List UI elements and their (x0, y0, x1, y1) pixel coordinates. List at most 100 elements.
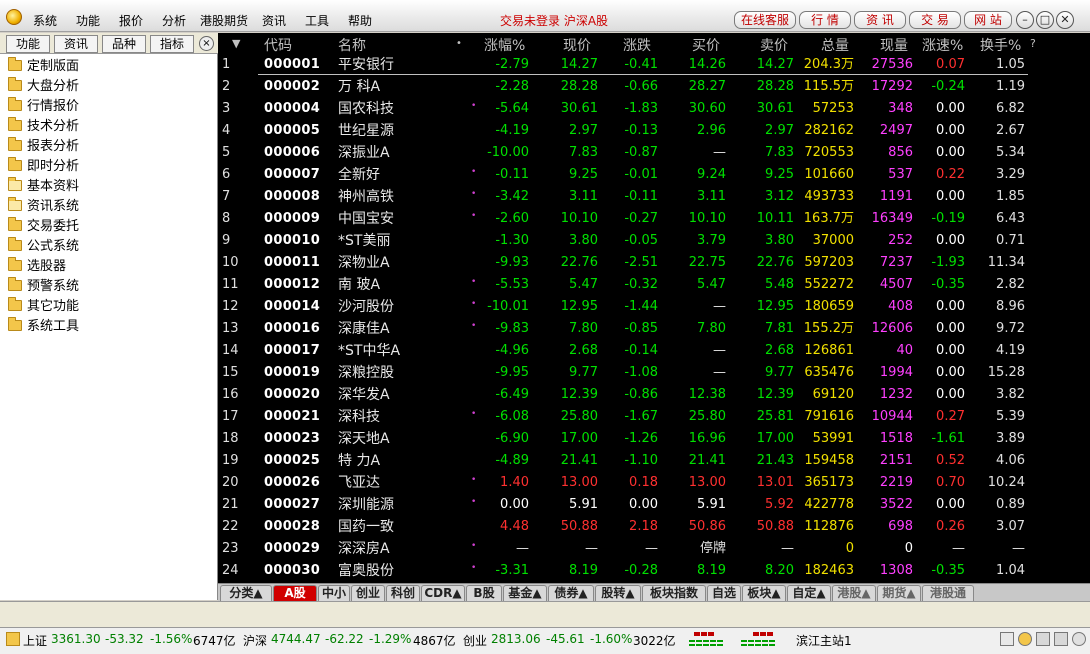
table-row[interactable]: 14 000017 *ST中华A -4.96 2.68 -0.14 — 2.68 126861 4… (218, 339, 1028, 361)
table-row[interactable]: 24 000030 富奥股份 • -3.31 8.19 -0.28 8.19 8.20 18246… (218, 559, 1028, 581)
market-tab[interactable]: 自选 (707, 585, 741, 601)
sidebar-item[interactable]: 预警系统 (8, 277, 79, 297)
table-row[interactable]: 5 000006 深振业A -10.00 7.83 -0.87 — 7.83 720553 856… (218, 141, 1028, 163)
server-name[interactable]: 滨江主站1 (796, 632, 852, 649)
wrench-icon[interactable] (1036, 632, 1050, 646)
menu-news[interactable]: 资讯 (262, 12, 286, 29)
website-button[interactable]: 网 站 (964, 11, 1012, 29)
sidebar-close-icon[interactable]: × (199, 36, 214, 51)
table-row[interactable]: 20 000026 飞亚达 • 1.40 13.00 0.18 13.00 13.01 36517… (218, 471, 1028, 493)
market-tab[interactable]: 板块▲ (742, 585, 786, 601)
tab-indicator[interactable]: 指标 (150, 35, 194, 53)
sidebar-item[interactable]: 其它功能 (8, 297, 79, 317)
table-row[interactable]: 2 000002 万 科A -2.28 28.28 -0.66 28.27 28.28 115.… (218, 75, 1028, 97)
table-row[interactable]: 1 000001 平安银行 -2.79 14.27 -0.41 14.26 14.27 204.… (218, 53, 1028, 75)
sidebar-item[interactable]: 交易委托 (8, 217, 79, 237)
sidebar-item[interactable]: 公式系统 (8, 237, 79, 257)
table-row[interactable]: 22 000028 国药一致 4.48 50.88 2.18 50.86 50.88 11287… (218, 515, 1028, 537)
col-current-vol[interactable]: 现量 (880, 35, 908, 55)
market-tab[interactable]: 板块指数 (642, 585, 706, 601)
sidebar-item[interactable]: 资讯系统 (8, 197, 79, 217)
col-pct[interactable]: 涨幅% (484, 35, 525, 55)
table-row[interactable]: 11 000012 南 玻A • -5.53 5.47 -0.32 5.47 5.48 55227… (218, 273, 1028, 295)
col-speed[interactable]: 涨速% (922, 35, 963, 55)
market-tab[interactable]: 创业 (351, 585, 385, 601)
menu-help[interactable]: 帮助 (348, 12, 372, 29)
table-row[interactable]: 17 000021 深科技 • -6.08 25.80 -1.67 25.80 25.81 791… (218, 405, 1028, 427)
market-tab[interactable]: 期货▲ (877, 585, 921, 601)
col-price[interactable]: 现价 (563, 35, 591, 55)
table-row[interactable]: 13 000016 深康佳A • -9.83 7.80 -0.85 7.80 7.81 155.2… (218, 317, 1028, 339)
table-row[interactable]: 18 000023 深天地A -6.90 17.00 -1.26 16.96 17.00 539… (218, 427, 1028, 449)
col-code[interactable]: 代码 (264, 35, 292, 55)
col-mark[interactable]: • (456, 38, 462, 49)
table-row[interactable]: 3 000004 国农科技 • -5.64 30.61 -1.83 30.60 30.61 572… (218, 97, 1028, 119)
index-folder-icon[interactable] (6, 632, 20, 646)
close-icon[interactable]: ✕ (1056, 11, 1074, 29)
restore-icon[interactable]: □ (1036, 11, 1054, 29)
menu-system[interactable]: 系统 (33, 12, 57, 29)
market-tab[interactable]: A股 (273, 585, 317, 601)
tab-variety[interactable]: 品种 (102, 35, 146, 53)
sidebar-item[interactable]: 大盘分析 (8, 77, 79, 97)
coin-icon[interactable] (1018, 632, 1032, 646)
sidebar-item[interactable]: 基本资料 (8, 177, 79, 197)
sidebar-item[interactable]: 报表分析 (8, 137, 79, 157)
cy-index-name[interactable]: 创业 (463, 632, 487, 649)
market-tab[interactable]: B股 (466, 585, 502, 601)
arrow-icon[interactable] (1072, 632, 1086, 646)
market-tab[interactable]: 科创 (386, 585, 420, 601)
menu-hk-futures[interactable]: 港股期货 (200, 12, 248, 29)
sidebar-item[interactable]: 选股器 (8, 257, 66, 277)
tab-news[interactable]: 资讯 (54, 35, 98, 53)
news-button[interactable]: 资 讯 (854, 11, 906, 29)
table-row[interactable]: 9 000010 *ST美丽 -1.30 3.80 -0.05 3.79 3.80 37000 2… (218, 229, 1028, 251)
table-row[interactable]: 12 000014 沙河股份 • -10.01 12.95 -1.44—12.95 18065… (218, 295, 1028, 317)
market-tab[interactable]: 港股▲ (832, 585, 876, 601)
menu-tools[interactable]: 工具 (305, 12, 329, 29)
market-tab[interactable]: 股转▲ (595, 585, 641, 601)
sidebar-item[interactable]: 系统工具 (8, 317, 79, 337)
sh-index-name[interactable]: 上证 (23, 632, 47, 649)
col-name[interactable]: 名称 (338, 35, 366, 55)
grid-icon[interactable] (1000, 632, 1014, 646)
sz-index-name[interactable]: 沪深 (243, 632, 267, 649)
market-tab[interactable]: CDR▲ (421, 585, 465, 601)
table-row[interactable]: 21 000027 深圳能源 • 0.00 5.91 0.00 5.91 5.92 422778 3… (218, 493, 1028, 515)
tab-function[interactable]: 功能 (6, 35, 50, 53)
market-tab[interactable]: 自定▲ (787, 585, 831, 601)
col-turnover[interactable]: 换手% (980, 35, 1021, 55)
col-volume[interactable]: 总量 (821, 35, 849, 55)
table-row[interactable]: 15 000019 深粮控股 -9.95 9.77 -1.08 — 9.77 635476 199… (218, 361, 1028, 383)
market-tab[interactable]: 港股通 (922, 585, 974, 601)
trade-button[interactable]: 交 易 (909, 11, 961, 29)
col-change[interactable]: 涨跌 (623, 35, 651, 55)
col-bid[interactable]: 买价 (692, 35, 720, 55)
menu-quote[interactable]: 报价 (119, 12, 143, 29)
sidebar-item[interactable]: 技术分析 (8, 117, 79, 137)
market-tab[interactable]: 债券▲ (548, 585, 594, 601)
quotes-button[interactable]: 行 情 (799, 11, 851, 29)
help-icon[interactable]: ? (1030, 37, 1036, 50)
menu-function[interactable]: 功能 (76, 12, 100, 29)
col-ask[interactable]: 卖价 (760, 35, 788, 55)
online-service-button[interactable]: 在线客服 (734, 11, 796, 29)
table-row[interactable]: 10 000011 深物业A -9.93 22.76 -2.51 22.75 22.76 597… (218, 251, 1028, 273)
table-row[interactable]: 8 000009 中国宝安 • -2.60 10.10 -0.27 10.10 10.11 163… (218, 207, 1028, 229)
table-row[interactable]: 16 000020 深华发A -6.49 12.39 -0.86 12.38 12.39 691… (218, 383, 1028, 405)
table-row[interactable]: 6 000007 全新好 • -0.11 9.25 -0.01 9.24 9.25 101660 5… (218, 163, 1028, 185)
market-tab[interactable]: 基金▲ (503, 585, 547, 601)
minimize-icon[interactable]: – (1016, 11, 1034, 29)
table-row[interactable]: 23 000029 深深房A • — — — 停牌 —0 0— — (218, 537, 1028, 559)
sort-arrow-icon[interactable]: ▼ (232, 37, 240, 50)
sidebar-item[interactable]: 行情报价 (8, 97, 79, 117)
app-logo-icon[interactable] (6, 9, 22, 25)
sidebar-item[interactable]: 即时分析 (8, 157, 79, 177)
table-row[interactable]: 4 000005 世纪星源 -4.19 2.97 -0.13 2.96 2.97 282162 2… (218, 119, 1028, 141)
sidebar-item[interactable]: 定制版面 (8, 57, 79, 77)
table-row[interactable]: 19 000025 特 力A -4.89 21.41 -1.10 21.41 21.43 159… (218, 449, 1028, 471)
market-tab[interactable]: 中小 (318, 585, 350, 601)
signal-icon[interactable] (1054, 632, 1068, 646)
market-tab[interactable]: 分类▲ (220, 585, 272, 601)
menu-analysis[interactable]: 分析 (162, 12, 186, 29)
